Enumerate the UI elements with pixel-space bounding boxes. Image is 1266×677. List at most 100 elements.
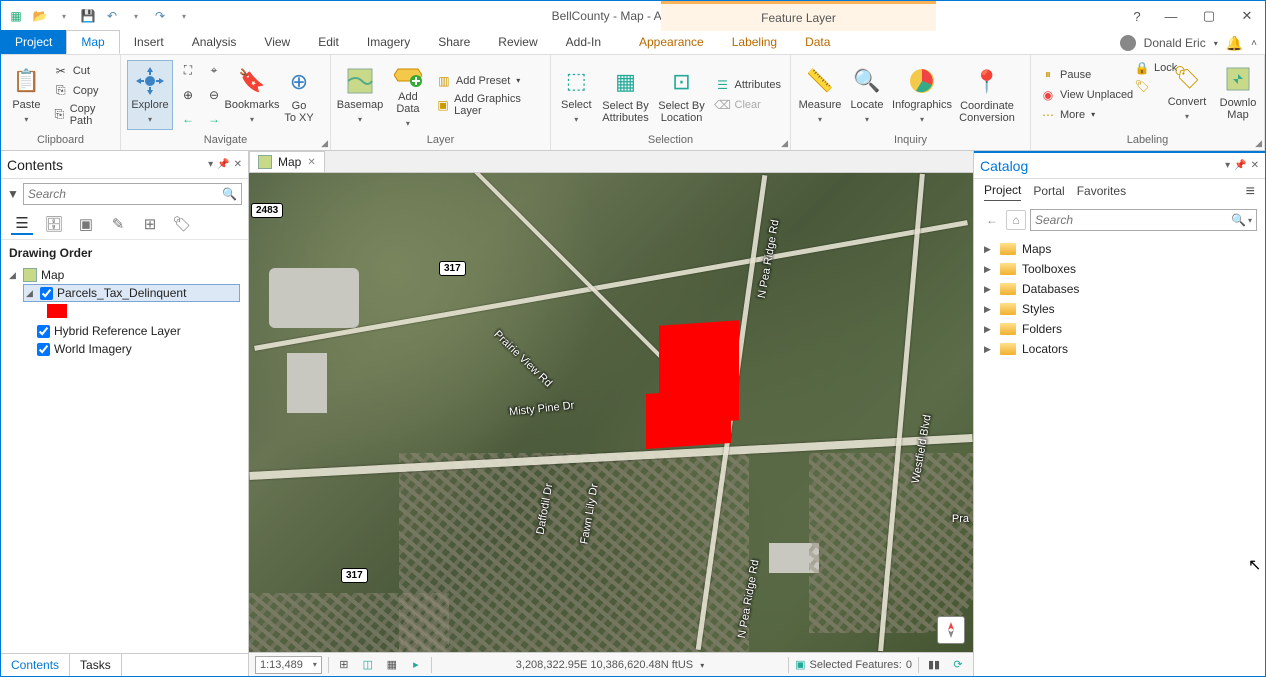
contents-search-input[interactable] [28, 187, 222, 201]
tab-view[interactable]: View [250, 30, 304, 54]
tab-project[interactable]: Project [1, 30, 66, 54]
tab-review[interactable]: Review [484, 30, 551, 54]
labeling-launcher[interactable]: ◢ [1255, 138, 1262, 149]
pause-labels-button[interactable]: ⏸Pause [1037, 66, 1136, 84]
catalog-menu-icon[interactable]: ▾ [1225, 160, 1230, 171]
toc-map-root[interactable]: ◢ Map [9, 266, 240, 284]
catalog-autohide-icon[interactable]: 📌 [1234, 160, 1246, 171]
catalog-item-folders[interactable]: ▶Folders [984, 319, 1255, 339]
catalog-item-databases[interactable]: ▶Databases [984, 279, 1255, 299]
qat-new-project-icon[interactable]: ▦ [7, 7, 25, 25]
qat-redo-icon[interactable]: ↷ [151, 7, 169, 25]
close-tab-icon[interactable]: ✕ [307, 157, 315, 168]
toc-layer-hybrid[interactable]: Hybrid Reference Layer [23, 322, 240, 340]
qat-undo-icon[interactable]: ↶ [103, 7, 121, 25]
map-canvas[interactable]: 2483 317 317 N Pea Ridge Rd N Pea Ridge … [249, 173, 973, 652]
list-selection-icon[interactable]: ▣ [75, 213, 97, 235]
contents-menu-icon[interactable]: ▾ [208, 159, 213, 170]
bottom-tab-contents[interactable]: Contents [1, 654, 70, 676]
coord-conversion-button[interactable]: 📍 Coordinate Conversion [957, 60, 1017, 130]
layer-visibility-checkbox[interactable] [37, 343, 50, 356]
constraints-icon[interactable]: ▦ [383, 656, 401, 674]
label-layer-button[interactable]: 🏷 [1131, 77, 1153, 95]
layer-visibility-checkbox[interactable] [37, 325, 50, 338]
minimize-button[interactable]: — [1153, 1, 1189, 31]
avatar-icon[interactable] [1120, 35, 1136, 51]
download-map-button[interactable]: Downlo Map [1214, 57, 1262, 127]
refresh-icon[interactable]: ⟳ [949, 656, 967, 674]
map-view-tab[interactable]: Map ✕ [249, 151, 325, 172]
search-icon[interactable]: 🔍 [222, 187, 237, 201]
snap-grid-icon[interactable]: ⊞ [335, 656, 353, 674]
layer-visibility-checkbox[interactable] [40, 287, 53, 300]
catalog-close-icon[interactable]: ✕ [1251, 160, 1259, 171]
add-preset-button[interactable]: ▥Add Preset▾ [433, 72, 544, 90]
contents-search-box[interactable]: 🔍 [23, 183, 242, 205]
catalog-item-locators[interactable]: ▶Locators [984, 339, 1255, 359]
scale-selector[interactable]: 1:13,489 [255, 656, 322, 674]
fixed-zoom-out-button[interactable]: ⊖ [203, 86, 225, 104]
list-source-icon[interactable]: 🗄 [43, 213, 65, 235]
catalog-item-maps[interactable]: ▶Maps [984, 239, 1255, 259]
more-labels-button[interactable]: ⋯More▾ [1037, 106, 1136, 124]
explore-button[interactable]: Explore [127, 60, 173, 130]
goto-xy-button[interactable]: ⊕ Go To XY [279, 60, 319, 130]
add-data-button[interactable]: Add Data [387, 60, 429, 130]
catalog-back-icon[interactable]: ← [982, 210, 1002, 230]
selected-features-readout[interactable]: ▣ Selected Features: 0 [795, 658, 912, 671]
tab-labeling[interactable]: Labeling [718, 30, 791, 54]
tab-imagery[interactable]: Imagery [353, 30, 424, 54]
catalog-tab-project[interactable]: Project [984, 183, 1021, 201]
close-button[interactable]: ✕ [1229, 1, 1265, 31]
tab-addin[interactable]: Add-In [552, 30, 615, 54]
list-editing-icon[interactable]: ✎ [107, 213, 129, 235]
tab-insert[interactable]: Insert [120, 30, 178, 54]
convert-labels-button[interactable]: 🏷 Convert [1164, 57, 1210, 127]
qat-customize-dropdown[interactable] [175, 7, 193, 25]
toc-layer-imagery[interactable]: World Imagery [23, 340, 240, 358]
zoom-selection-button[interactable]: ⌖ [203, 62, 225, 80]
measure-button[interactable]: 📏 Measure [797, 60, 843, 130]
tab-appearance[interactable]: Appearance [625, 30, 718, 54]
notifications-icon[interactable]: 🔔 [1226, 35, 1243, 52]
catalog-home-icon[interactable]: ⌂ [1006, 210, 1026, 230]
catalog-search-input[interactable] [1035, 213, 1231, 227]
select-by-loc-button[interactable]: ⊡ Select By Location [656, 60, 708, 130]
cut-button[interactable]: ✂Cut [50, 62, 114, 80]
collapse-ribbon-icon[interactable]: ˄ [1251, 38, 1257, 49]
catalog-item-styles[interactable]: ▶Styles [984, 299, 1255, 319]
copy-button[interactable]: ⎘Copy [50, 82, 114, 100]
infographics-button[interactable]: Infographics [891, 60, 953, 130]
locate-button[interactable]: 🔍 Locate [847, 60, 887, 130]
qat-dropdown-2[interactable] [127, 7, 145, 25]
expand-icon[interactable]: ◢ [9, 270, 19, 281]
qat-open-icon[interactable]: 📂 [31, 7, 49, 25]
coordinates-readout[interactable]: 3,208,322.95E 10,386,620.48N ftUS ▾ [438, 659, 782, 671]
bottom-tab-tasks[interactable]: Tasks [70, 654, 122, 676]
toc-layer-parcels[interactable]: ◢ Parcels_Tax_Delinquent [23, 284, 240, 302]
navigator-compass[interactable] [937, 616, 965, 644]
paste-button[interactable]: 📋 Paste [7, 60, 46, 130]
bookmarks-button[interactable]: 🔖 Bookmarks [229, 60, 275, 130]
corrections-icon[interactable]: ▸ [407, 656, 425, 674]
basemap-button[interactable]: Basemap [337, 60, 383, 130]
navigate-launcher[interactable]: ◢ [321, 138, 328, 149]
tab-edit[interactable]: Edit [304, 30, 353, 54]
help-icon[interactable]: ? [1123, 1, 1151, 31]
expand-icon[interactable]: ◢ [26, 288, 36, 299]
copy-path-button[interactable]: ⎘Copy Path [50, 102, 114, 128]
catalog-tab-portal[interactable]: Portal [1033, 184, 1064, 201]
tab-share[interactable]: Share [424, 30, 484, 54]
qat-save-icon[interactable]: 💾 [79, 7, 97, 25]
add-graphics-button[interactable]: ▣Add Graphics Layer [433, 92, 544, 118]
parcels-symbol-swatch[interactable] [47, 304, 67, 318]
prev-extent-button[interactable]: ← [177, 110, 199, 128]
filter-icon[interactable]: ▼ [7, 187, 19, 201]
fixed-zoom-in-button[interactable]: ⊕ [177, 86, 199, 104]
catalog-tab-favorites[interactable]: Favorites [1077, 184, 1126, 201]
tab-map[interactable]: Map [66, 30, 119, 54]
selection-launcher[interactable]: ◢ [781, 138, 788, 149]
catalog-search-box[interactable]: 🔍 ▾ [1030, 209, 1257, 231]
full-extent-button[interactable]: ⛶ [177, 62, 199, 80]
qat-dropdown-1[interactable] [55, 7, 73, 25]
